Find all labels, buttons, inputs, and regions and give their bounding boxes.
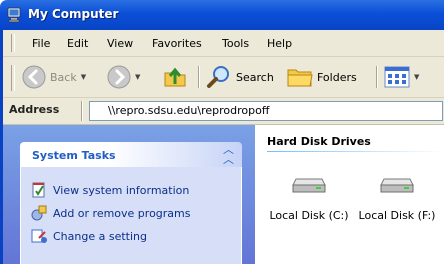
address-separator: [81, 101, 83, 121]
back-dropdown-arrow-icon[interactable]: ▼: [81, 73, 86, 81]
content-area: System Tasks ︿ ︿ View system information …: [3, 125, 444, 264]
views-icon: [384, 66, 410, 88]
views-dropdown-arrow-icon[interactable]: ▼: [414, 73, 419, 81]
system-tasks-body: View system information Add or remove pr…: [20, 167, 242, 264]
menu-grip[interactable]: [11, 34, 15, 52]
search-icon: [207, 66, 229, 88]
add-remove-programs-icon: [31, 205, 47, 221]
task-add-remove-programs[interactable]: Add or remove programs: [31, 204, 191, 222]
standard-toolbar: Back ▼ ▼ Search Folders ▼: [3, 57, 444, 98]
address-bar: Address \\repro.sdsu.edu\reprodropoff: [3, 98, 444, 125]
task-label: Change a setting: [53, 229, 147, 243]
folders-button[interactable]: Folders: [287, 63, 357, 91]
forward-button[interactable]: ▼: [107, 63, 140, 91]
task-change-a-setting[interactable]: Change a setting: [31, 227, 147, 245]
back-button[interactable]: Back ▼: [22, 63, 86, 91]
forward-dropdown-arrow-icon[interactable]: ▼: [135, 73, 140, 81]
drive-label: Local Disk (C:): [269, 209, 349, 222]
collapse-chevron-icon[interactable]: ︿ ︿: [223, 144, 234, 165]
toolbar-grip[interactable]: [11, 65, 15, 91]
system-tasks-title: System Tasks: [32, 149, 116, 162]
my-computer-icon: [7, 7, 21, 23]
menu-edit[interactable]: Edit: [67, 37, 88, 50]
group-divider: [267, 151, 444, 152]
drive-local-disk-c[interactable]: Local Disk (C:): [264, 175, 354, 222]
address-label: Address: [9, 103, 60, 116]
toolbar-separator: [198, 66, 200, 88]
task-pane: System Tasks ︿ ︿ View system information …: [3, 125, 255, 264]
window-title: My Computer: [28, 7, 119, 21]
task-label: Add or remove programs: [53, 206, 191, 220]
task-view-system-information[interactable]: View system information: [31, 181, 189, 199]
views-button[interactable]: ▼: [384, 63, 419, 91]
back-arrow-icon: [22, 65, 46, 89]
folders-label: Folders: [317, 70, 357, 84]
task-label: View system information: [53, 183, 190, 197]
system-tasks-header[interactable]: System Tasks ︿ ︿: [20, 142, 242, 167]
hard-disk-drives-header: Hard Disk Drives: [267, 135, 371, 148]
menu-help[interactable]: Help: [267, 37, 292, 50]
hard-disk-icon: [292, 178, 326, 193]
system-info-icon: [32, 182, 45, 198]
drive-local-disk-f[interactable]: Local Disk (F:): [352, 175, 442, 222]
toolbar-separator: [376, 66, 378, 88]
menu-file[interactable]: File: [32, 37, 50, 50]
back-label: Back: [50, 70, 77, 84]
address-input[interactable]: \\repro.sdsu.edu\reprodropoff: [89, 101, 443, 121]
menu-view[interactable]: View: [107, 37, 133, 50]
hard-disk-icon: [380, 178, 414, 193]
search-label: Search: [236, 70, 274, 84]
change-setting-icon: [31, 229, 47, 243]
drive-label: Local Disk (F:): [358, 209, 436, 222]
menu-favorites[interactable]: Favorites: [152, 37, 202, 50]
menu-bar: File Edit View Favorites Tools Help: [3, 30, 444, 57]
address-value: \\repro.sdsu.edu\reprodropoff: [108, 104, 270, 117]
forward-arrow-icon: [107, 65, 131, 89]
up-folder-icon: [164, 67, 186, 87]
folders-icon: [287, 69, 313, 87]
up-folder-button[interactable]: [163, 63, 187, 91]
title-bar[interactable]: My Computer: [0, 0, 444, 30]
menu-tools[interactable]: Tools: [222, 37, 249, 50]
search-button[interactable]: Search: [206, 63, 274, 91]
